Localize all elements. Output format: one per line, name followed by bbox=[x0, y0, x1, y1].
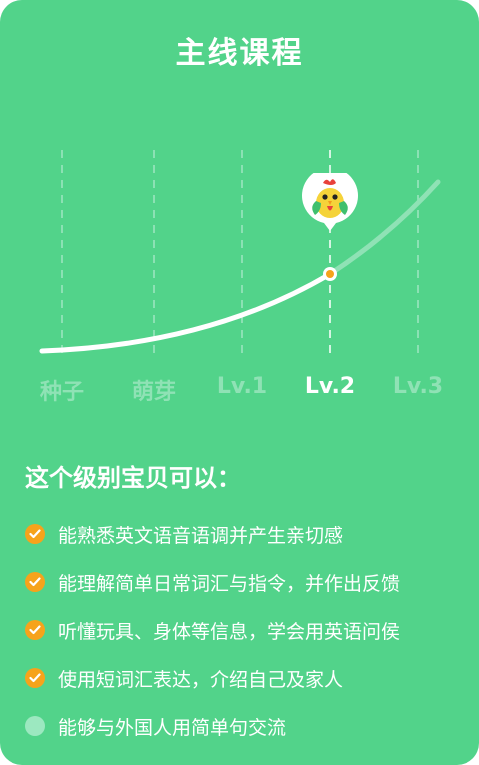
level-label-lv1[interactable]: Lv.1 bbox=[197, 374, 287, 399]
list-item: 能够与外国人用简单句交流 bbox=[25, 702, 400, 750]
check-icon bbox=[25, 668, 45, 688]
check-icon bbox=[25, 524, 45, 544]
chicken-mascot-icon bbox=[302, 173, 358, 231]
ability-list: 能熟悉英文语音语调并产生亲切感 能理解简单日常词汇与指令，并作出反馈 听懂玩具、… bbox=[25, 510, 400, 750]
ability-text: 能够与外国人用简单句交流 bbox=[58, 716, 287, 739]
level-progress-chart bbox=[39, 150, 441, 358]
list-item: 听懂玩具、身体等信息，学会用英语问侯 bbox=[25, 606, 400, 654]
list-item: 能理解简单日常词汇与指令，并作出反馈 bbox=[25, 558, 400, 606]
level-label-sprout[interactable]: 萌芽 bbox=[109, 374, 199, 406]
ability-text: 听懂玩具、身体等信息，学会用英语问侯 bbox=[58, 620, 401, 643]
list-item: 使用短词汇表达，介绍自己及家人 bbox=[25, 654, 400, 702]
list-item: 能熟悉英文语音语调并产生亲切感 bbox=[25, 510, 400, 558]
ability-text: 使用短词汇表达，介绍自己及家人 bbox=[58, 668, 344, 691]
level-label-lv2[interactable]: Lv.2 bbox=[285, 374, 375, 399]
level-label-seed[interactable]: 种子 bbox=[17, 374, 107, 406]
check-icon bbox=[25, 620, 45, 640]
section-title: 这个级别宝贝可以： bbox=[25, 464, 241, 492]
current-level-marker-dot bbox=[326, 270, 334, 278]
completed-progress-curve bbox=[39, 271, 333, 354]
pending-dot-icon bbox=[25, 716, 45, 736]
ability-text: 能熟悉英文语音语调并产生亲切感 bbox=[58, 524, 344, 547]
check-icon bbox=[25, 572, 45, 592]
ability-text: 能理解简单日常词汇与指令，并作出反馈 bbox=[58, 572, 401, 595]
level-label-lv3[interactable]: Lv.3 bbox=[373, 374, 463, 399]
course-card: 主线课程 种子 萌芽 Lv.1 Lv.2 Lv.3 这个级别宝贝可以： 能熟悉英… bbox=[0, 0, 479, 765]
